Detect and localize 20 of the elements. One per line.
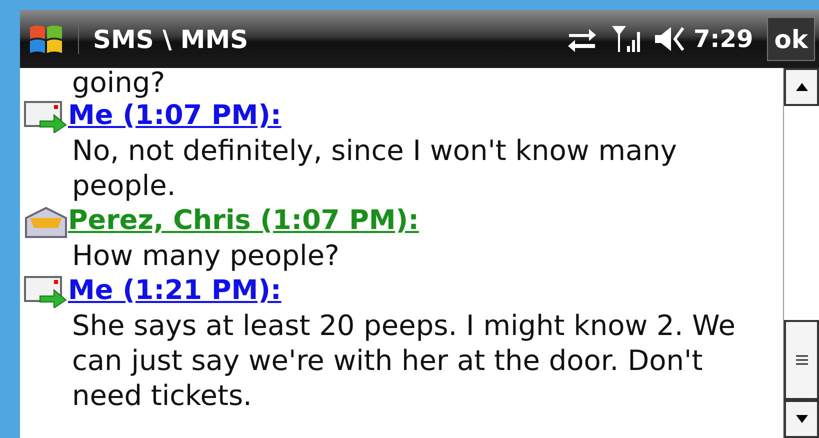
sender-link[interactable]: Perez, Chris (1:07 PM): xyxy=(68,203,419,238)
sender-link[interactable]: Me (1:07 PM): xyxy=(68,98,282,133)
message-text: How many people? xyxy=(71,238,340,273)
ok-button[interactable]: ok xyxy=(767,17,815,61)
message-text: going? xyxy=(72,68,166,99)
data-connection-icon xyxy=(567,26,598,52)
sender-link[interactable]: Me (1:21 PM): xyxy=(68,273,282,308)
scroll-up-button[interactable] xyxy=(784,68,819,106)
open-envelope-icon xyxy=(24,206,68,238)
up-arrow-icon xyxy=(794,82,808,92)
message-text: No, not definitely, since I won't know many people. xyxy=(71,133,678,203)
grip-icon xyxy=(794,355,808,365)
down-arrow-icon xyxy=(794,414,808,424)
scroll-thumb[interactable] xyxy=(784,320,819,400)
sent-envelope-icon xyxy=(24,101,68,133)
clock-time: 7:29 xyxy=(693,25,754,53)
sent-envelope-icon xyxy=(24,276,68,308)
message-text: She says at least 20 peeps. I might know 2. We can just say we're with her at the door. Don't need tickets. xyxy=(71,308,736,413)
scroll-down-button[interactable] xyxy=(784,400,819,438)
app-title: SMS \ MMS xyxy=(78,24,568,54)
